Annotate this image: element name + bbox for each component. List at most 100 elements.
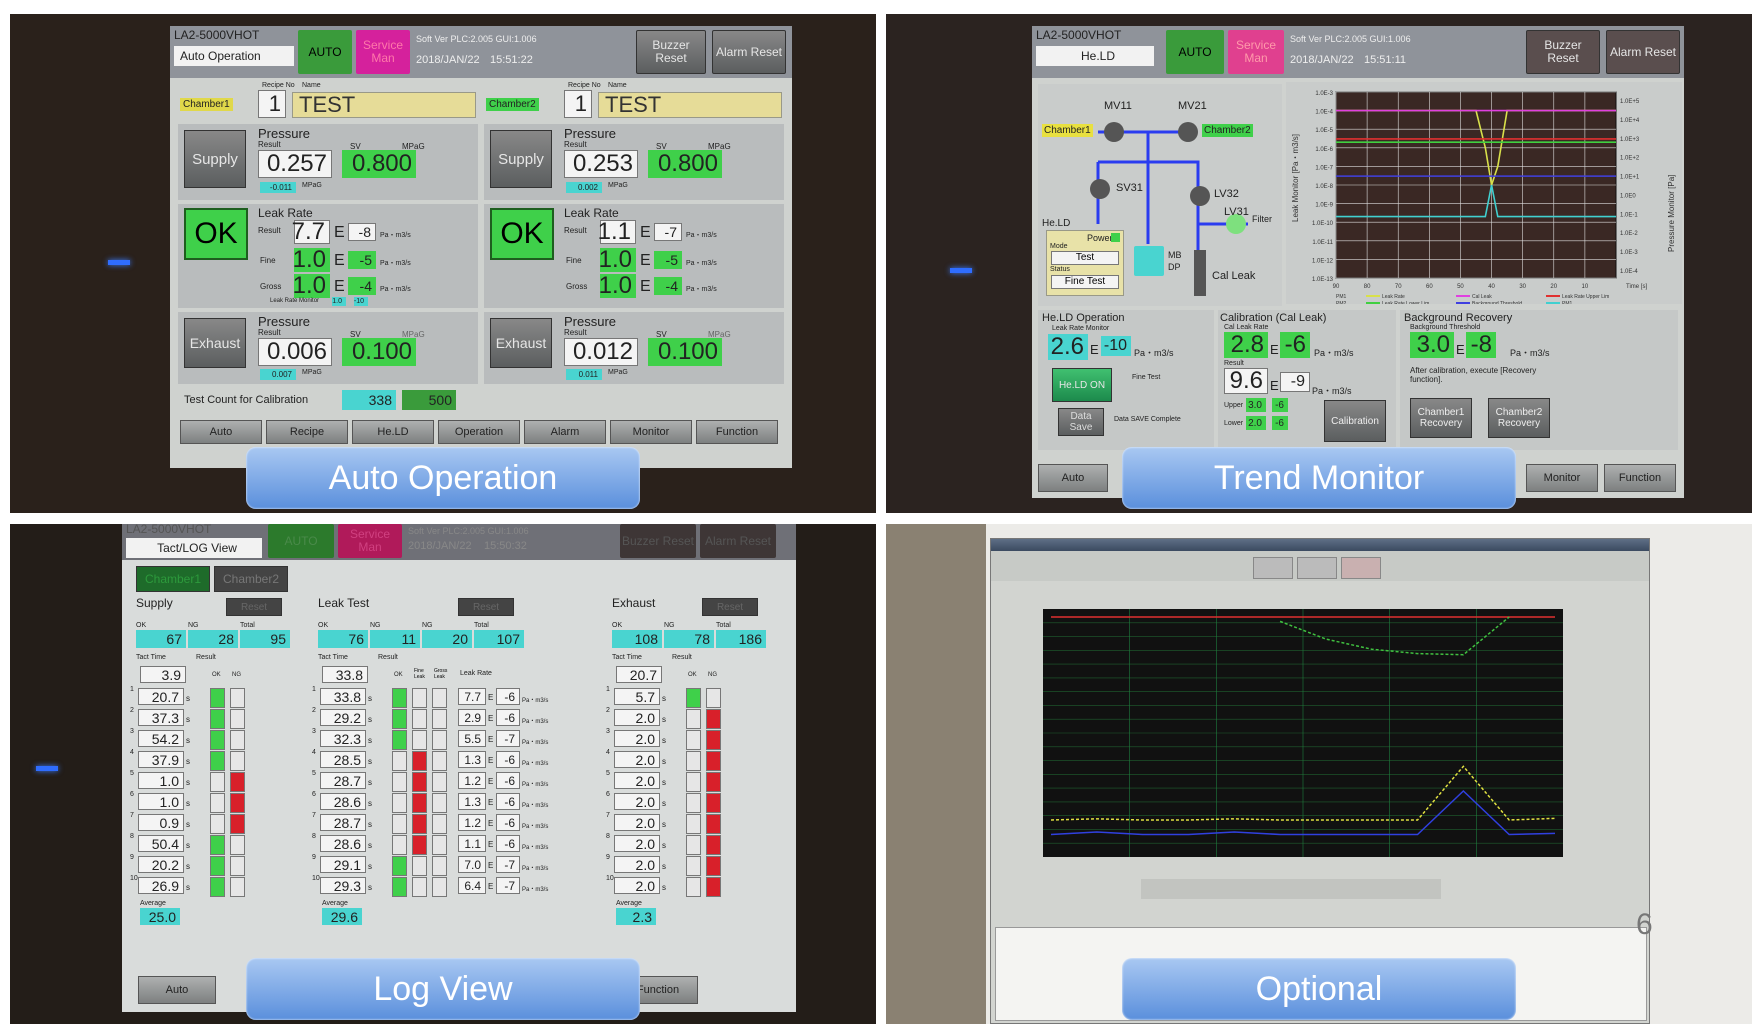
- auto-mode-button[interactable]: AUTO: [298, 30, 352, 74]
- auto-mode-button[interactable]: AUTO: [268, 524, 334, 558]
- exhaust-button[interactable]: Exhaust: [184, 318, 246, 368]
- gross-threshold-exp[interactable]: -4: [654, 277, 682, 295]
- e-sign: E: [1090, 342, 1099, 357]
- chamber2-recovery-button[interactable]: Chamber2 Recovery: [1488, 398, 1550, 438]
- export-button[interactable]: [1297, 557, 1337, 579]
- log-row: 6 2.0 s: [606, 791, 726, 813]
- tact-time: 29.3: [320, 877, 366, 894]
- recipe-no-label: Recipe No: [262, 82, 295, 89]
- buzzer-reset-button[interactable]: Buzzer Reset: [636, 30, 706, 74]
- nav-recipe[interactable]: Recipe: [266, 420, 348, 444]
- service-man-button[interactable]: Service Man: [356, 30, 410, 74]
- stop-button[interactable]: [1341, 557, 1381, 579]
- held-on-button[interactable]: He.LD ON: [1052, 368, 1112, 402]
- nav-monitor[interactable]: Monitor: [1526, 464, 1598, 492]
- exhaust-setpoint[interactable]: 0.100: [342, 338, 416, 366]
- nav-operation[interactable]: Operation: [438, 420, 520, 444]
- ok-cell: [210, 688, 225, 708]
- calibration-title: Calibration (Cal Leak): [1220, 312, 1327, 324]
- exhaust-offset: 0.011: [566, 369, 602, 380]
- nav-monitor[interactable]: Monitor: [610, 420, 692, 444]
- legend-label: Cal Leak: [1472, 294, 1492, 300]
- e-sign: E: [488, 756, 494, 765]
- exhaust-setpoint[interactable]: 0.100: [648, 338, 722, 366]
- nav-auto[interactable]: Auto: [138, 976, 216, 1004]
- alarm-reset-button[interactable]: Alarm Reset: [1606, 30, 1680, 74]
- tact-time: 28.7: [320, 814, 366, 831]
- leak-reset-button[interactable]: Reset: [458, 598, 514, 616]
- fine-threshold-exp[interactable]: -5: [348, 251, 376, 269]
- service-man-button[interactable]: Service Man: [338, 524, 402, 558]
- exhaust-reset-button[interactable]: Reset: [702, 598, 758, 616]
- supply-button[interactable]: Supply: [184, 130, 246, 188]
- gross-leak-cell: [432, 856, 447, 876]
- exhaust-button[interactable]: Exhaust: [490, 318, 552, 368]
- refresh-button[interactable]: [1253, 557, 1293, 579]
- chamber1-recovery-button[interactable]: Chamber1 Recovery: [1410, 398, 1472, 438]
- ok-cell: [686, 793, 701, 813]
- tact-time: 2.0: [614, 772, 660, 789]
- leak-unit: Pa・m3/s: [522, 782, 549, 788]
- ok-cell: [686, 751, 701, 771]
- supply-reset-button[interactable]: Reset: [226, 598, 282, 616]
- recipe-name-field[interactable]: TEST: [598, 92, 782, 118]
- log-row: 5 28.7 s 1.2 E -6 Pa・m3/s: [312, 770, 552, 792]
- calibration-section: Calibration (Cal Leak) Cal Leak Rate 2.8…: [1218, 310, 1396, 450]
- nav-function[interactable]: Function: [1604, 464, 1676, 492]
- supply-setpoint[interactable]: 0.800: [342, 150, 416, 178]
- row-index: 5: [312, 770, 316, 777]
- tab-chamber2[interactable]: Chamber2: [214, 566, 288, 592]
- supply-button[interactable]: Supply: [490, 130, 552, 188]
- leak-unit: Pa・m3/s: [686, 232, 717, 239]
- fine-leak-cell: [412, 730, 427, 750]
- tab-chamber1[interactable]: Chamber1: [136, 566, 210, 592]
- nav-function[interactable]: Function: [696, 420, 778, 444]
- soft-version: Soft Ver PLC:2.005 GUI:1.006: [416, 34, 537, 44]
- fine-threshold-value[interactable]: 1.0: [293, 246, 330, 273]
- e-sign: E: [488, 840, 494, 849]
- held-label: He.LD: [1042, 218, 1071, 229]
- buzzer-reset-button[interactable]: Buzzer Reset: [1526, 30, 1600, 74]
- gross-threshold-exp[interactable]: -4: [348, 277, 376, 295]
- gross-threshold-value[interactable]: 1.0: [599, 272, 636, 299]
- leak-rate-value: 1.3: [458, 751, 486, 768]
- cal-leak-rate-value: 2.8: [1224, 331, 1268, 358]
- tact-time: 50.4: [138, 835, 184, 852]
- nav-auto[interactable]: Auto: [180, 420, 262, 444]
- data-save-button[interactable]: Data Save: [1058, 408, 1104, 436]
- current-tact: 3.9: [140, 666, 186, 683]
- gross-threshold-value[interactable]: 1.0: [293, 272, 330, 299]
- nav-alarm[interactable]: Alarm: [524, 420, 606, 444]
- result-label: Result: [672, 654, 692, 661]
- recipe-name-field[interactable]: TEST: [292, 92, 476, 118]
- tact-time: 20.7: [138, 688, 184, 705]
- unit-s: s: [662, 820, 666, 829]
- supply-setpoint[interactable]: 0.800: [648, 150, 722, 178]
- y-tick-left: 1.0E-10: [1312, 221, 1334, 227]
- buzzer-reset-button[interactable]: Buzzer Reset: [620, 524, 696, 558]
- auto-mode-button[interactable]: AUTO: [1166, 30, 1224, 74]
- row-index: 4: [606, 749, 610, 756]
- leak-monitor-label: Leak Rate Monitor: [270, 298, 320, 304]
- nav-auto[interactable]: Auto: [1038, 464, 1108, 492]
- recipe-no-field[interactable]: 1: [564, 90, 592, 118]
- alarm-reset-button[interactable]: Alarm Reset: [712, 30, 786, 74]
- gross-leak-cell: [432, 835, 447, 855]
- fine-threshold-value[interactable]: 1.0: [599, 246, 636, 273]
- date-range-bar: [1141, 879, 1441, 899]
- fine-threshold-exp[interactable]: -5: [654, 251, 682, 269]
- y-tick-right: 1.0E-4: [1620, 269, 1638, 275]
- log-row: 4 28.5 s 1.3 E -6 Pa・m3/s: [312, 749, 552, 771]
- background-threshold-unit: Pa・m3/s: [1510, 348, 1550, 358]
- service-man-button[interactable]: Service Man: [1228, 30, 1284, 74]
- alarm-reset-button[interactable]: Alarm Reset: [700, 524, 776, 558]
- calibration-button[interactable]: Calibration: [1324, 400, 1386, 442]
- log-row: 9 29.1 s 7.0 E -7 Pa・m3/s: [312, 854, 552, 876]
- nav-held[interactable]: He.LD: [352, 420, 434, 444]
- leak-monitor-label: Leak Rate Monitor: [1052, 325, 1110, 332]
- leak-unit: Pa・m3/s: [522, 803, 549, 809]
- recipe-no-field[interactable]: 1: [258, 90, 286, 118]
- ok-cell: [392, 877, 407, 897]
- log-row: 4 37.9 s: [130, 749, 250, 771]
- leak-rate-value: 1.2: [458, 814, 486, 831]
